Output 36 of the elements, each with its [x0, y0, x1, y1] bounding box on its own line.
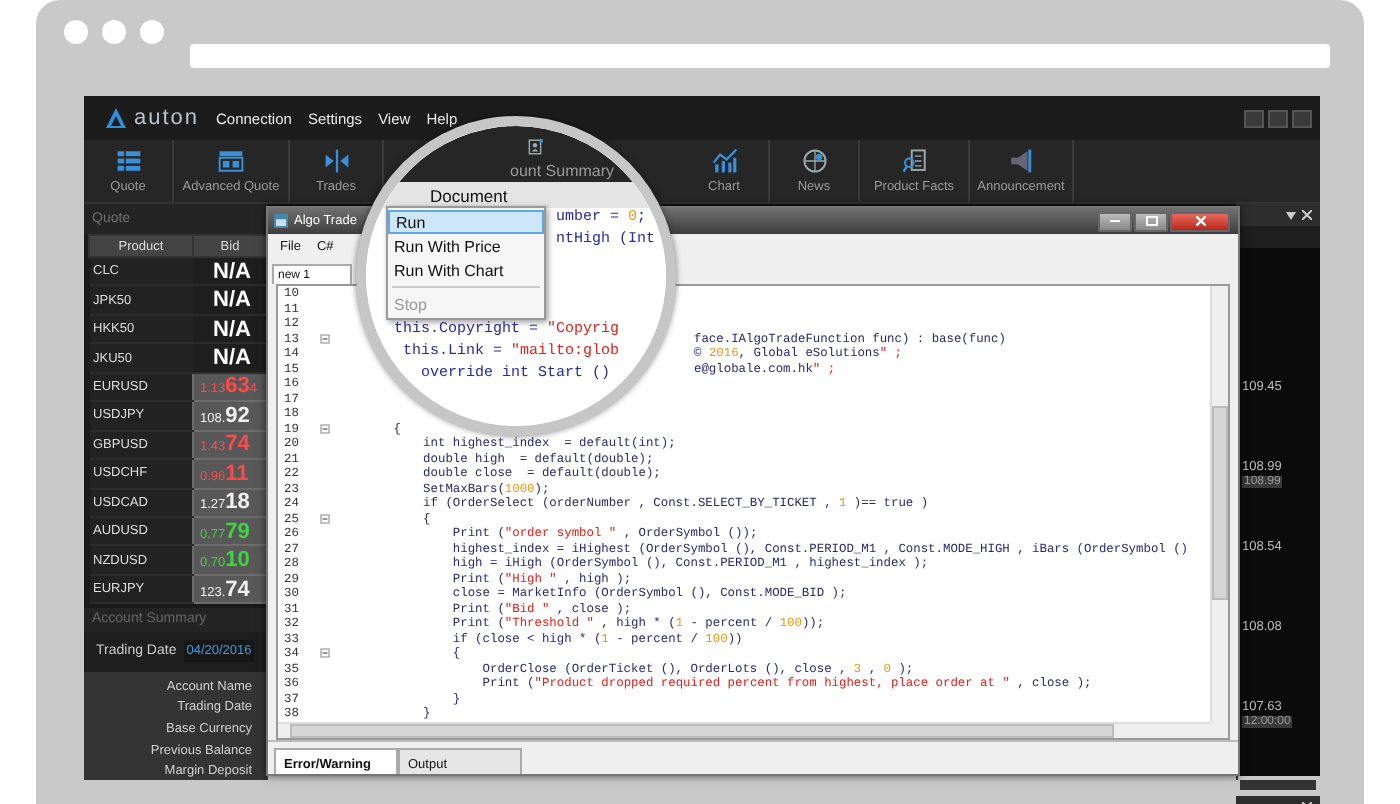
window-dot [102, 20, 126, 44]
document-search-icon [901, 148, 927, 174]
close-button[interactable] [1170, 211, 1230, 231]
caret-icon [1286, 211, 1296, 219]
logo-text: auton [134, 106, 200, 130]
list-icon [115, 148, 141, 174]
menu-item[interactable]: Run With Chart [388, 258, 544, 282]
window-dot [140, 20, 164, 44]
id-card-icon [526, 138, 544, 156]
scrollbar[interactable] [278, 722, 1210, 738]
minimize-button[interactable] [1244, 109, 1264, 127]
scrollbar[interactable] [1240, 780, 1316, 790]
megaphone-icon [1008, 148, 1034, 174]
code-editor[interactable] [276, 284, 1230, 740]
chart-icon [711, 148, 737, 174]
window-dot [64, 20, 88, 44]
bid-cell: N/A [193, 343, 267, 373]
bid-cell: N/A [193, 257, 267, 286]
logo-icon [104, 106, 128, 130]
globe-icon [801, 148, 827, 174]
maximize-button[interactable] [1134, 211, 1168, 231]
close-icon [1302, 210, 1312, 220]
panel-toolbar [1236, 226, 1320, 248]
window-icon [274, 214, 288, 228]
menu-title[interactable]: Document [430, 185, 508, 205]
bid-cell: N/A [193, 285, 267, 315]
menu-item[interactable]: Run With Price [388, 234, 544, 258]
menu-item[interactable]: Run [388, 210, 544, 234]
toolbar-button[interactable]: ount Summary [510, 162, 615, 180]
window-icon [218, 148, 244, 174]
close-icon [1195, 216, 1205, 226]
bid-cell: N/A [193, 314, 267, 344]
scrollbar[interactable] [1210, 286, 1228, 722]
arrows-icon [323, 148, 349, 174]
minimize-button[interactable] [1098, 211, 1132, 231]
maximize-button[interactable] [1268, 109, 1288, 127]
